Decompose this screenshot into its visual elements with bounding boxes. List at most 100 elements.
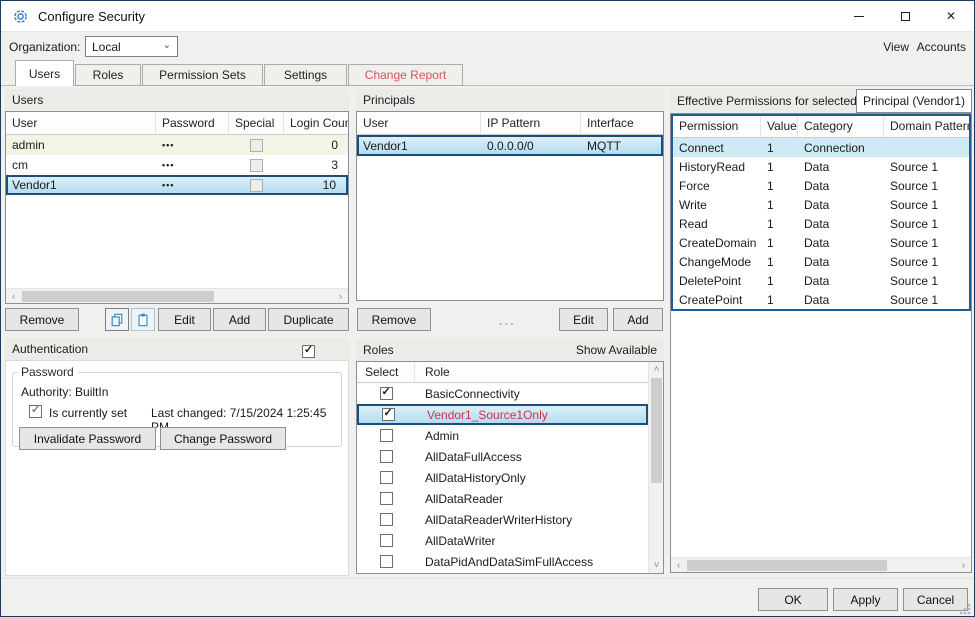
permission-row[interactable]: Write 1 Data Source 1 xyxy=(673,195,969,214)
principal-row-vendor1-selected[interactable]: Vendor1 0.0.0.0/0 MQTT xyxy=(357,135,663,156)
permission-row[interactable]: Read 1 Data Source 1 xyxy=(673,214,969,233)
col-user[interactable]: User xyxy=(357,112,481,134)
permission-row[interactable]: Connect 1 Connection xyxy=(673,138,969,157)
special-checkbox[interactable] xyxy=(250,139,263,152)
user-row-cm[interactable]: cm ••• 3 xyxy=(6,155,348,175)
users-remove-button[interactable]: Remove xyxy=(5,308,79,331)
users-horizontal-scrollbar[interactable]: ‹ › xyxy=(6,288,348,303)
role-checkbox[interactable] xyxy=(380,492,393,505)
copy-button[interactable] xyxy=(105,308,129,331)
maximize-button[interactable] xyxy=(882,1,928,31)
col-category[interactable]: Category xyxy=(798,116,884,137)
scroll-up-icon[interactable]: ˄ xyxy=(649,362,664,377)
scroll-right-icon[interactable]: › xyxy=(333,289,348,304)
permission-row[interactable]: CreateDomain 1 Data Source 1 xyxy=(673,233,969,252)
role-checkbox[interactable] xyxy=(380,450,393,463)
login-count: 0 xyxy=(284,138,348,152)
col-permission[interactable]: Permission xyxy=(673,116,761,137)
permissions-panel: Permission Value Category Domain Pattern… xyxy=(670,113,972,573)
col-login-count[interactable]: Login Count xyxy=(284,112,348,134)
role-row[interactable]: AllDataFullAccess xyxy=(357,446,648,467)
resize-grip[interactable] xyxy=(958,602,971,615)
special-checkbox[interactable] xyxy=(250,159,263,172)
role-checkbox[interactable] xyxy=(380,555,393,568)
minimize-icon xyxy=(854,16,864,17)
permission-row[interactable]: HistoryRead 1 Data Source 1 xyxy=(673,157,969,176)
role-row[interactable]: BasicConnectivity xyxy=(357,383,648,404)
users-add-button[interactable]: Add xyxy=(213,308,266,331)
role-checkbox[interactable] xyxy=(380,387,393,400)
col-role[interactable]: Role xyxy=(415,362,663,382)
permission-category: Data xyxy=(798,236,884,250)
minimize-button[interactable] xyxy=(836,1,882,31)
principals-remove-button[interactable]: Remove xyxy=(357,308,431,331)
show-available-checkbox[interactable] xyxy=(302,345,315,358)
role-row[interactable]: DataPidAndDataSimFullAccess xyxy=(357,551,648,572)
scrollbar-thumb[interactable] xyxy=(687,560,887,571)
col-domain-pattern[interactable]: Domain Pattern xyxy=(884,116,969,137)
organization-select[interactable]: Local ⌄ xyxy=(85,36,178,57)
col-interface[interactable]: Interface xyxy=(581,112,663,134)
tab-change-report[interactable]: Change Report xyxy=(348,64,463,86)
menu-view[interactable]: View xyxy=(883,40,909,54)
role-checkbox[interactable] xyxy=(380,471,393,484)
permission-row[interactable]: ChangeMode 1 Data Source 1 xyxy=(673,252,969,271)
role-checkbox[interactable] xyxy=(380,429,393,442)
role-checkbox[interactable] xyxy=(380,534,393,547)
invalidate-password-button[interactable]: Invalidate Password xyxy=(19,427,156,450)
roles-vertical-scrollbar[interactable]: ˄ ˅ xyxy=(648,362,663,573)
permissions-grid: Permission Value Category Domain Pattern… xyxy=(671,114,971,311)
users-edit-button[interactable]: Edit xyxy=(158,308,211,331)
scroll-left-icon[interactable]: ‹ xyxy=(6,289,21,304)
is-currently-set-checkbox[interactable] xyxy=(29,405,42,418)
role-row[interactable]: AllDataWriter xyxy=(357,530,648,551)
role-row[interactable]: AllDataHistoryOnly xyxy=(357,467,648,488)
password-group-label: Password xyxy=(17,365,78,379)
users-duplicate-button[interactable]: Duplicate xyxy=(268,308,349,331)
tab-strip: Users Roles Permission Sets Settings Cha… xyxy=(1,60,974,86)
role-checkbox[interactable] xyxy=(380,513,393,526)
user-row-vendor1-selected[interactable]: Vendor1 ••• 10 xyxy=(6,175,348,195)
permission-row[interactable]: CreatePoint 1 Data Source 1 xyxy=(673,290,969,309)
col-ip-pattern[interactable]: IP Pattern xyxy=(481,112,581,134)
role-row[interactable]: AllDataReader xyxy=(357,488,648,509)
special-checkbox[interactable] xyxy=(250,179,263,192)
role-row[interactable]: AllDataReaderWriterHistory xyxy=(357,509,648,530)
permissions-selector-button[interactable]: Principal (Vendor1) xyxy=(856,89,972,113)
splitter-grip-icon[interactable]: ··· xyxy=(499,319,516,331)
col-password[interactable]: Password xyxy=(156,112,229,134)
col-value[interactable]: Value xyxy=(761,116,798,137)
paste-icon xyxy=(136,313,150,327)
scroll-right-icon[interactable]: › xyxy=(956,558,971,573)
col-select[interactable]: Select xyxy=(357,362,415,382)
permission-row[interactable]: Force 1 Data Source 1 xyxy=(673,176,969,195)
menu-accounts[interactable]: Accounts xyxy=(917,40,966,54)
principal-interface: MQTT xyxy=(581,139,661,153)
role-checkbox[interactable] xyxy=(382,408,395,421)
role-row[interactable]: Admin xyxy=(357,425,648,446)
permission-row[interactable]: DeletePoint 1 Data Source 1 xyxy=(673,271,969,290)
principals-edit-button[interactable]: Edit xyxy=(559,308,608,331)
permissions-horizontal-scrollbar[interactable]: ‹ › xyxy=(671,557,971,572)
user-row-admin[interactable]: admin ••• 0 xyxy=(6,135,348,155)
tab-roles[interactable]: Roles xyxy=(75,64,141,86)
change-password-button[interactable]: Change Password xyxy=(160,427,286,450)
paste-button[interactable] xyxy=(131,308,155,331)
permission-value: 1 xyxy=(761,198,798,212)
col-user[interactable]: User xyxy=(6,112,156,134)
scrollbar-thumb[interactable] xyxy=(22,291,214,302)
apply-button[interactable]: Apply xyxy=(833,588,898,611)
close-button[interactable]: ✕ xyxy=(928,1,974,31)
permission-category: Data xyxy=(798,160,884,174)
tab-permission-sets[interactable]: Permission Sets xyxy=(142,64,263,86)
role-row-selected[interactable]: Vendor1_Source1Only xyxy=(357,404,648,425)
authentication-panel: Password Authority: BuiltIn Is currently… xyxy=(5,360,349,576)
tab-users[interactable]: Users xyxy=(15,60,74,86)
ok-button[interactable]: OK xyxy=(758,588,828,611)
principals-add-button[interactable]: Add xyxy=(613,308,663,331)
col-special[interactable]: Special xyxy=(229,112,284,134)
scroll-left-icon[interactable]: ‹ xyxy=(671,558,686,573)
scroll-down-icon[interactable]: ˅ xyxy=(649,558,664,573)
scrollbar-thumb[interactable] xyxy=(651,378,662,483)
tab-settings[interactable]: Settings xyxy=(264,64,347,86)
